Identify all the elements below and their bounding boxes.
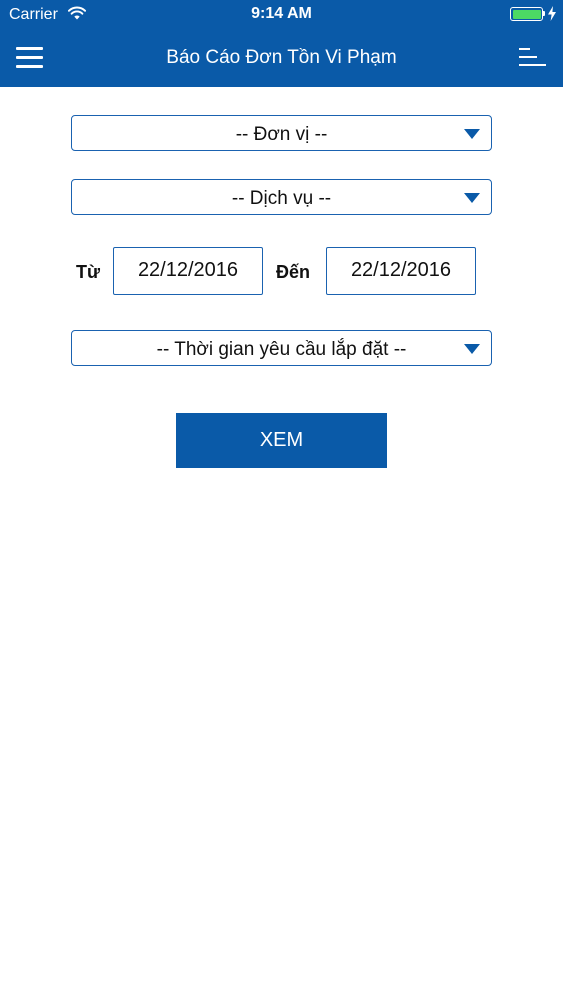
battery-level bbox=[512, 9, 541, 19]
status-bar: Carrier 9:14 AM bbox=[0, 0, 563, 30]
charging-bolt-icon bbox=[548, 6, 556, 21]
list-icon[interactable] bbox=[519, 47, 546, 68]
dropdown-arrow-icon bbox=[464, 129, 480, 139]
navigation-bar: Báo Cáo Đơn Tồn Vi Phạm bbox=[0, 30, 563, 87]
dropdown-arrow-icon bbox=[464, 344, 480, 354]
to-label: Đến bbox=[276, 262, 311, 282]
service-select[interactable]: -- Dịch vụ -- bbox=[71, 179, 492, 215]
unit-select-label: -- Đơn vị -- bbox=[235, 124, 328, 145]
install-time-select[interactable]: -- Thời gian yêu cầu lắp đặt -- bbox=[71, 330, 492, 366]
view-button[interactable]: XEM bbox=[176, 413, 387, 468]
install-time-select-label: -- Thời gian yêu cầu lắp đặt -- bbox=[156, 339, 407, 360]
status-time: 9:14 AM bbox=[251, 5, 312, 22]
from-date-field[interactable]: 22/12/2016 bbox=[113, 247, 263, 295]
from-label: Từ bbox=[76, 262, 101, 282]
battery-cap bbox=[543, 11, 545, 16]
battery-icon bbox=[510, 7, 543, 21]
to-date-field[interactable]: 22/12/2016 bbox=[326, 247, 476, 295]
dropdown-arrow-icon bbox=[464, 193, 480, 203]
top-bar: Carrier 9:14 AM Báo Cáo Đơn Tồn Vi Phạm bbox=[0, 0, 563, 87]
service-select-label: -- Dịch vụ -- bbox=[231, 188, 332, 209]
unit-select[interactable]: -- Đơn vị -- bbox=[71, 115, 492, 151]
page-title: Báo Cáo Đơn Tồn Vi Phạm bbox=[166, 47, 397, 68]
